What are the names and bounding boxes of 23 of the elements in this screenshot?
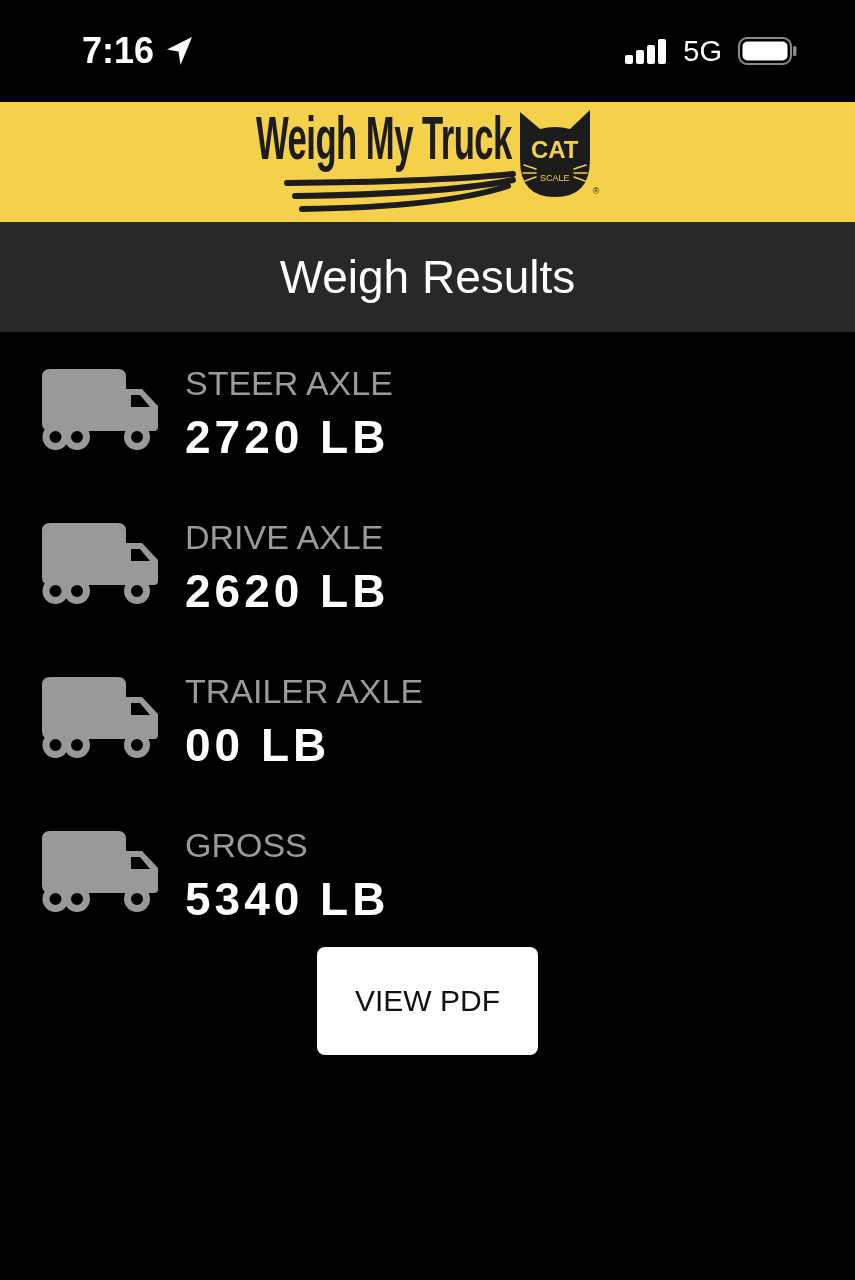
speed-lines-icon [283, 171, 516, 213]
registered-mark: ® [592, 187, 600, 196]
truck-icon [42, 369, 158, 451]
battery-icon [738, 37, 797, 65]
truck-icon [42, 831, 158, 913]
location-arrow-icon [166, 36, 194, 66]
truck-icon [42, 677, 158, 759]
logo-badge-text: CAT [530, 138, 579, 162]
cat-head-icon [517, 110, 592, 198]
result-value: 00 LB [185, 722, 331, 768]
result-label: GROSS [185, 828, 308, 862]
truck-icon [42, 523, 158, 605]
result-value: 5340 LB [185, 876, 390, 922]
status-time: 7:16 [82, 33, 155, 69]
result-label: DRIVE AXLE [185, 520, 384, 554]
view-pdf-button[interactable]: VIEW PDF [317, 947, 538, 1055]
result-value: 2620 LB [185, 568, 390, 614]
result-label: STEER AXLE [185, 366, 393, 400]
network-label: 5G [683, 36, 722, 66]
result-value: 2720 LB [185, 414, 390, 460]
logo-caption: SCALE [539, 174, 570, 183]
result-label: TRAILER AXLE [185, 674, 424, 708]
signal-bars-icon [625, 38, 668, 64]
